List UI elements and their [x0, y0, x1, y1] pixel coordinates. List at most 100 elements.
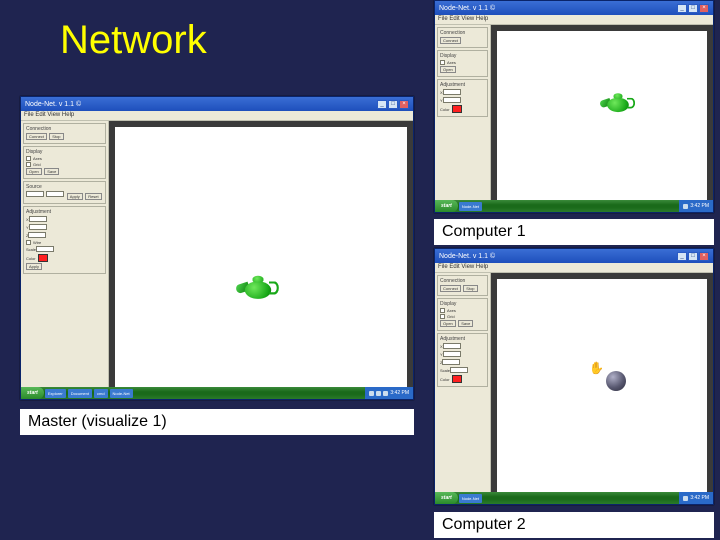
titlebar[interactable]: Node-Net. v 1.1 © _ □ ×	[435, 249, 713, 263]
close-button[interactable]: ×	[699, 252, 709, 261]
grid-checkbox[interactable]	[26, 162, 31, 167]
teapot-icon	[600, 92, 636, 115]
scale-input[interactable]	[36, 246, 54, 252]
master-label: Master (visualize 1)	[20, 409, 414, 435]
tray-icon[interactable]	[683, 204, 688, 209]
sphere-icon	[606, 371, 626, 391]
tray-icon[interactable]	[683, 496, 688, 501]
stop-button[interactable]: Stop	[49, 133, 63, 140]
minimize-button[interactable]: _	[677, 252, 687, 261]
color-swatch[interactable]	[38, 254, 48, 262]
color-swatch[interactable]	[452, 375, 462, 383]
taskbar-item[interactable]: Node-Net	[110, 389, 133, 398]
start-button[interactable]: start	[435, 492, 458, 504]
connect-button[interactable]: Connect	[440, 285, 461, 292]
viewport-3d[interactable]	[115, 127, 407, 393]
taskbar[interactable]: start Node-Net 3:42 PM	[435, 200, 713, 212]
panel-display: Display Axes Open	[437, 50, 488, 77]
save-button[interactable]: Save	[44, 168, 59, 175]
connect-button[interactable]: Connect	[26, 133, 47, 140]
x-input[interactable]	[29, 216, 47, 222]
viewport-3d[interactable]: ✋	[497, 279, 707, 498]
taskbar-item[interactable]: cmd	[94, 389, 108, 398]
computer2-window: Node-Net. v 1.1 © _ □ × File Edit View H…	[434, 248, 714, 505]
viewport-frame: ✋	[491, 273, 713, 504]
x-input[interactable]	[443, 89, 461, 95]
window-title: Node-Net. v 1.1 ©	[25, 101, 81, 108]
taskbar[interactable]: start Explorer Document cmd Node-Net 3:4…	[21, 387, 413, 399]
scale-input[interactable]	[450, 367, 468, 373]
axes-checkbox[interactable]	[440, 60, 445, 65]
panel-display: Display Axes Grid Open Save	[23, 146, 106, 179]
minimize-button[interactable]: _	[677, 4, 687, 13]
panel-adjustment: Adjustment X Y Z Scale Color	[437, 333, 488, 387]
apply-button[interactable]: Apply	[26, 263, 42, 270]
close-button[interactable]: ×	[699, 4, 709, 13]
titlebar[interactable]: Node-Net. v 1.1 © _ □ ×	[21, 97, 413, 111]
axes-checkbox[interactable]	[26, 156, 31, 161]
open-button[interactable]: Open	[26, 168, 42, 175]
panel-adjustment: Adjustment X Y Color	[437, 79, 488, 117]
window-title: Node-Net. v 1.1 ©	[439, 5, 495, 12]
apply-button[interactable]: Apply	[67, 193, 83, 200]
viewport-frame	[491, 25, 713, 212]
z-input[interactable]	[442, 359, 460, 365]
menubar[interactable]: File Edit View Help	[435, 263, 713, 273]
viewport-3d[interactable]	[497, 31, 707, 206]
titlebar[interactable]: Node-Net. v 1.1 © _ □ ×	[435, 1, 713, 15]
side-panel: Connection Connect Stop Display Axes Gri…	[435, 273, 491, 504]
grid-label: Grid	[33, 162, 41, 167]
maximize-button[interactable]: □	[688, 252, 698, 261]
status-panels: Navigation x:0 y:0 z:0 Status	[21, 399, 413, 400]
open-button[interactable]: Open	[440, 320, 456, 327]
section-title: Connection	[440, 278, 485, 284]
taskbar-item[interactable]: Explorer	[45, 389, 66, 398]
color-swatch[interactable]	[452, 105, 462, 113]
teapot-icon	[236, 275, 280, 304]
save-button[interactable]: Save	[458, 320, 473, 327]
system-tray[interactable]: 3:42 PM	[679, 200, 713, 212]
system-tray[interactable]: 3:42 PM	[365, 387, 413, 399]
taskbar-item[interactable]: Node-Net	[459, 202, 482, 211]
y-input[interactable]	[443, 351, 461, 357]
maximize-button[interactable]: □	[388, 100, 398, 109]
tray-icon[interactable]	[376, 391, 381, 396]
start-button[interactable]: start	[435, 200, 458, 212]
side-panel: Connection Connect Stop Display Axes Gri…	[21, 121, 109, 399]
taskbar-item[interactable]: Node-Net	[459, 494, 482, 503]
taskbar-item[interactable]: Document	[68, 389, 92, 398]
system-tray[interactable]: 3:42 PM	[679, 492, 713, 504]
reset-button[interactable]: Reset	[85, 193, 101, 200]
y-input[interactable]	[29, 224, 47, 230]
open-button[interactable]: Open	[440, 66, 456, 73]
source-input-2[interactable]	[46, 191, 64, 197]
tray-icon[interactable]	[369, 391, 374, 396]
minimize-button[interactable]: _	[377, 100, 387, 109]
close-button[interactable]: ×	[399, 100, 409, 109]
y-input[interactable]	[443, 97, 461, 103]
tray-icon[interactable]	[383, 391, 388, 396]
maximize-button[interactable]: □	[688, 4, 698, 13]
menubar[interactable]: File Edit View Help	[21, 111, 413, 121]
z-input[interactable]	[28, 232, 46, 238]
computer1-label: Computer 1	[434, 219, 714, 245]
source-input-1[interactable]	[26, 191, 44, 197]
taskbar[interactable]: start Node-Net 3:42 PM	[435, 492, 713, 504]
axes-checkbox[interactable]	[440, 308, 445, 313]
section-title: Connection	[26, 126, 103, 132]
menubar[interactable]: File Edit View Help	[435, 15, 713, 25]
color-label: Color	[26, 256, 36, 261]
grid-checkbox[interactable]	[440, 314, 445, 319]
connect-button[interactable]: Connect	[440, 37, 461, 44]
grid-label: Grid	[447, 314, 455, 319]
axes-label: Axes	[447, 60, 456, 65]
axes-label: Axes	[447, 308, 456, 313]
viewport-frame	[109, 121, 413, 399]
x-input[interactable]	[443, 343, 461, 349]
window-title: Node-Net. v 1.1 ©	[439, 253, 495, 260]
slide-title: Network	[60, 18, 207, 63]
section-title: Source	[26, 184, 103, 190]
stop-button[interactable]: Stop	[463, 285, 477, 292]
start-button[interactable]: start	[21, 387, 44, 399]
wire-checkbox[interactable]	[26, 240, 31, 245]
